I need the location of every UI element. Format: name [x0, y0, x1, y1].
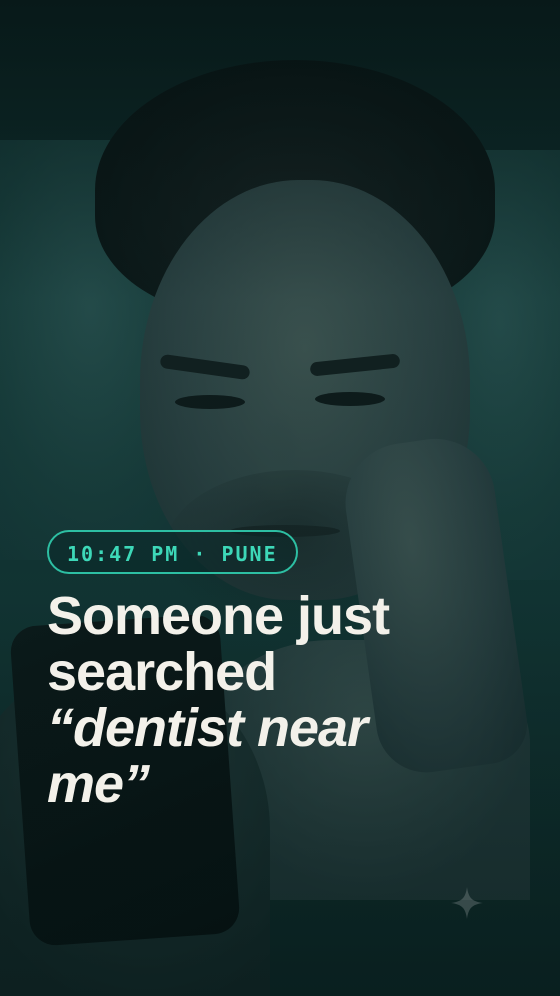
story-card: 10:47 PM · PUNE Someone just searched “d…	[0, 0, 560, 996]
dark-overlay	[0, 0, 560, 996]
headline: Someone just searched “dentist near me”	[47, 588, 527, 812]
background-photo	[0, 0, 560, 996]
time-location-badge: 10:47 PM · PUNE	[47, 530, 298, 574]
headline-line-1: Someone just	[47, 586, 390, 646]
headline-line-4: me”	[47, 754, 150, 814]
headline-line-3: “dentist near	[47, 698, 368, 758]
sparkle-icon	[451, 887, 483, 919]
headline-line-2: searched	[47, 642, 277, 702]
